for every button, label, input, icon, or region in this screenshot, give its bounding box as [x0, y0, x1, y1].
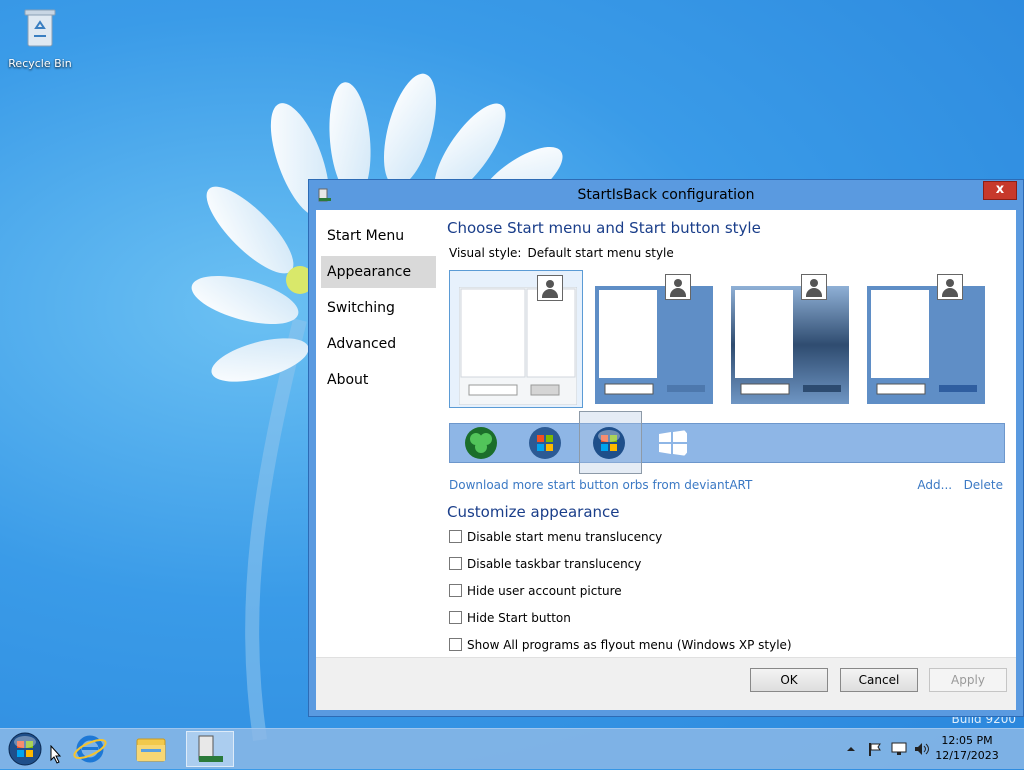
- style-option-1[interactable]: [449, 270, 583, 408]
- customize-heading: Customize appearance: [447, 503, 620, 521]
- startisback-app-icon: [198, 735, 223, 762]
- apply-button[interactable]: Apply: [929, 668, 1007, 692]
- option-label: Hide Start button: [467, 611, 571, 625]
- clock[interactable]: 12:05 PM 12/17/2023: [932, 733, 1002, 763]
- style-preview-2: [595, 286, 713, 404]
- nav-item-switching[interactable]: Switching: [321, 292, 436, 324]
- cancel-button[interactable]: Cancel: [840, 668, 918, 692]
- title-bar[interactable]: StartIsBack configuration x: [309, 180, 1023, 210]
- style-option-3[interactable]: [722, 270, 856, 408]
- visual-style-row: Visual style: Default start menu style: [449, 246, 674, 260]
- sidebar-nav: Start Menu Appearance Switching Advanced…: [321, 220, 436, 400]
- windows-orb-icon[interactable]: [528, 426, 562, 460]
- download-orbs-link[interactable]: Download more start button orbs from dev…: [449, 478, 752, 492]
- option-hide-user-account-picture[interactable]: Hide user account picture: [449, 584, 622, 600]
- clock-date: 12/17/2023: [935, 749, 999, 762]
- window-title: StartIsBack configuration: [577, 187, 755, 203]
- clover-orb-icon[interactable]: [464, 426, 498, 460]
- close-button[interactable]: x: [983, 181, 1017, 200]
- ok-button[interactable]: OK: [750, 668, 828, 692]
- windows8-logo-icon[interactable]: [656, 426, 690, 460]
- taskbar-internet-explorer[interactable]: [66, 731, 114, 767]
- nav-item-about[interactable]: About: [321, 364, 436, 396]
- clock-time: 12:05 PM: [941, 734, 993, 747]
- taskbar: 12:05 PM 12/17/2023: [0, 728, 1024, 769]
- nav-item-appearance[interactable]: Appearance: [321, 256, 436, 288]
- option-label: Hide user account picture: [467, 584, 622, 598]
- volume-speaker-icon[interactable]: [914, 742, 930, 756]
- checkbox[interactable]: [449, 530, 462, 543]
- checkbox[interactable]: [449, 611, 462, 624]
- show-hidden-icons-chevron-up-icon[interactable]: [843, 742, 859, 756]
- client-area: Start Menu Appearance Switching Advanced…: [316, 210, 1016, 710]
- internet-explorer-icon: [73, 735, 107, 763]
- option-label: Disable taskbar translucency: [467, 557, 642, 571]
- style-preview-4: [867, 286, 985, 404]
- option-label: Disable start menu translucency: [467, 530, 663, 544]
- nav-item-advanced[interactable]: Advanced: [321, 328, 436, 360]
- network-icon[interactable]: [891, 742, 907, 756]
- folder-icon: [136, 738, 166, 762]
- style-preview-1: [459, 287, 577, 405]
- orb-gallery: [449, 411, 1005, 474]
- startisback-config-window: StartIsBack configuration x Start Menu A…: [308, 179, 1024, 717]
- nav-item-start-menu[interactable]: Start Menu: [321, 220, 436, 252]
- user-picture-icon: [665, 274, 691, 300]
- orb-links: Download more start button orbs from dev…: [449, 478, 1005, 492]
- recycle-bin-icon: [24, 9, 56, 47]
- style-option-4[interactable]: [858, 270, 992, 408]
- style-option-2[interactable]: [586, 270, 720, 408]
- recycle-bin[interactable]: Recycle Bin: [4, 6, 76, 70]
- add-orb-link[interactable]: Add...: [917, 478, 952, 492]
- checkbox[interactable]: [449, 584, 462, 597]
- style-gallery: [449, 270, 1009, 410]
- action-center-flag-icon[interactable]: [866, 742, 882, 756]
- visual-style-label: Visual style:: [449, 246, 522, 260]
- style-preview-3: [731, 286, 849, 404]
- option-hide-start-button[interactable]: Hide Start button: [449, 611, 571, 627]
- option-label: Show All programs as flyout menu (Window…: [467, 638, 792, 652]
- recycle-bin-label: Recycle Bin: [8, 57, 72, 70]
- user-picture-icon: [801, 274, 827, 300]
- user-picture-icon: [537, 275, 563, 301]
- mouse-cursor-icon: [50, 745, 62, 764]
- dialog-footer: OK Cancel Apply: [316, 657, 1016, 710]
- start-orb-icon: [8, 732, 42, 766]
- style-heading: Choose Start menu and Start button style: [447, 219, 761, 237]
- checkbox[interactable]: [449, 557, 462, 570]
- option-all-programs-flyout[interactable]: Show All programs as flyout menu (Window…: [449, 638, 792, 654]
- delete-orb-link[interactable]: Delete: [964, 478, 1003, 492]
- option-disable-taskbar-translucency[interactable]: Disable taskbar translucency: [449, 557, 641, 573]
- appearance-panel: Choose Start menu and Start button style…: [447, 210, 1016, 658]
- windows-orb-glossy-icon[interactable]: [592, 426, 626, 460]
- user-picture-icon: [937, 274, 963, 300]
- taskbar-file-explorer[interactable]: [127, 731, 175, 767]
- start-button[interactable]: [3, 731, 51, 767]
- checkbox[interactable]: [449, 638, 462, 651]
- visual-style-value: Default start menu style: [527, 246, 674, 260]
- taskbar-startisback-config[interactable]: [186, 731, 234, 767]
- option-disable-start-menu-translucency[interactable]: Disable start menu translucency: [449, 530, 662, 546]
